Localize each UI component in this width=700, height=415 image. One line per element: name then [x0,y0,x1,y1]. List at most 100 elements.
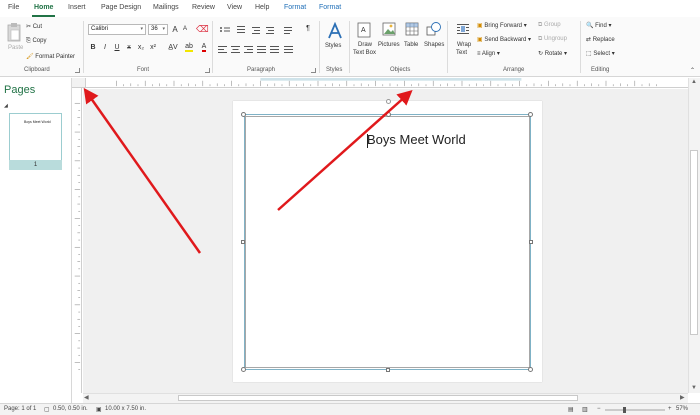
resize-handle[interactable] [528,367,533,372]
horizontal-scroll-thumb[interactable] [178,395,578,401]
send-backward-label: Send Backward [484,37,527,43]
shapes-icon[interactable] [426,21,442,37]
shapes-label: Shapes [424,42,445,48]
ribbon-tab-bar: File Home Insert Page Design Mailings Re… [0,0,700,17]
draw-text-box-icon[interactable]: A [357,22,371,38]
font-color-icon[interactable]: A [199,43,209,52]
cut-label: Cut [32,24,43,30]
collapse-triangle-icon[interactable]: ◢ [4,103,8,109]
collapse-ribbon-icon[interactable]: ⌃ [690,67,695,74]
scroll-right-icon[interactable]: ▶ [680,394,685,401]
find-label: Find [595,23,607,29]
font-group-label: Font [137,67,150,73]
tab-review[interactable]: Review [192,4,215,11]
subscript-button[interactable]: x₂ [137,44,145,51]
table-icon[interactable] [405,22,419,36]
pages-title: Pages [4,84,36,96]
ruler-corner[interactable] [72,78,86,88]
show-formatting-button[interactable]: ¶ [304,25,312,32]
vertical-ruler[interactable] [72,88,82,393]
format-painter-button[interactable]: 🖌 Format Painter [26,53,75,60]
font-size-select[interactable]: 36 ▾ [148,24,168,35]
resize-handle[interactable] [241,367,246,372]
zoom-in-icon[interactable]: + [668,406,672,412]
format-painter-label: Format Painter [35,54,75,60]
bold-button[interactable]: B [89,44,97,51]
paragraph-controls-icons[interactable] [218,25,308,61]
divider [319,21,320,73]
divider [212,21,213,73]
cut-button[interactable]: ✂ Cut [26,23,42,30]
scroll-down-icon[interactable]: ▼ [691,385,697,391]
text-box[interactable] [245,116,530,368]
group-button[interactable]: ⧉ Group [538,22,561,29]
italic-button[interactable]: I [101,44,109,51]
tab-page-design[interactable]: Page Design [101,4,141,11]
select-button[interactable]: ⬚ Select ▾ [586,50,615,57]
resize-handle[interactable] [528,112,533,117]
divider [349,21,350,73]
paragraph-launcher-icon[interactable] [311,68,316,73]
align-button[interactable]: ≡ Align ▾ [477,50,500,57]
rotate-label: Rotate [544,51,563,57]
tab-insert[interactable]: Insert [68,4,86,11]
vertical-scroll-thumb[interactable] [690,150,698,335]
strikethrough-button[interactable]: x [125,44,133,51]
resize-handle[interactable] [386,112,391,117]
wrap-text-icon[interactable] [456,22,470,38]
replace-button[interactable]: ⇄ Replace [586,36,615,43]
rotate-button[interactable]: ↻ Rotate ▾ [538,50,567,57]
two-page-view-icon[interactable]: ▥ [582,406,588,413]
pictures-icon[interactable] [382,22,396,36]
highlight-color-icon[interactable]: ab [184,43,194,52]
tab-file[interactable]: File [8,4,19,11]
scroll-up-icon[interactable]: ▲ [691,79,697,85]
paste-label[interactable]: Paste [8,45,23,51]
paragraph-group-label: Paragraph [247,67,276,73]
page-number-badge: 1 [9,160,62,170]
ungroup-button[interactable]: ⧉ Ungroup [538,36,567,43]
divider [580,21,581,73]
grow-font-button[interactable]: A [171,25,179,34]
underline-button[interactable]: U [113,44,121,51]
tab-format-text[interactable]: Format [319,4,341,11]
tab-format-drawing[interactable]: Format [284,4,306,11]
clipboard-launcher-icon[interactable] [75,68,80,73]
bring-forward-icon: ▣ [477,23,483,29]
send-backward-button[interactable]: ▣ Send Backward ▾ [477,36,531,43]
styles-button[interactable]: Styles [325,43,341,49]
send-backward-icon: ▣ [477,37,483,43]
shrink-font-button[interactable]: A [181,26,189,32]
copy-button[interactable]: ⎘ Copy [26,38,46,45]
resize-handle[interactable] [241,112,246,117]
styles-icon[interactable] [327,22,343,40]
object-position-icon: ▢ [44,407,50,413]
font-launcher-icon[interactable] [205,68,210,73]
horizontal-ruler[interactable] [86,78,694,88]
page-indicator[interactable]: Page: 1 of 1 [4,406,36,412]
font-name-select[interactable]: Calibri ▾ [88,24,146,35]
character-spacing-icon[interactable]: A̲V [166,44,180,51]
document-heading[interactable]: Boys Meet World [367,132,466,147]
find-button[interactable]: 🔍 Find ▾ [586,22,612,29]
tab-help[interactable]: Help [255,4,269,11]
zoom-level[interactable]: 57% [676,406,688,412]
superscript-button[interactable]: x² [149,44,157,51]
tab-mailings[interactable]: Mailings [153,4,179,11]
zoom-out-icon[interactable]: − [597,406,601,412]
rotation-handle-icon[interactable] [386,99,391,104]
scroll-left-icon[interactable]: ◀ [84,394,89,401]
tab-home[interactable]: Home [31,4,56,17]
font-size-value: 36 [151,26,158,32]
rotate-icon: ↻ [538,51,544,57]
resize-handle[interactable] [241,240,245,244]
bring-forward-button[interactable]: ▣ Bring Forward ▾ [477,22,527,29]
resize-handle[interactable] [386,368,390,372]
tab-view[interactable]: View [227,4,242,11]
paste-icon[interactable] [6,22,22,44]
resize-handle[interactable] [529,240,533,244]
single-page-view-icon[interactable]: ▤ [568,406,574,413]
draw-text-box-label-1: Draw [358,42,373,48]
clear-formatting-icon[interactable]: ⌫ [196,24,209,35]
zoom-slider[interactable] [605,407,665,413]
